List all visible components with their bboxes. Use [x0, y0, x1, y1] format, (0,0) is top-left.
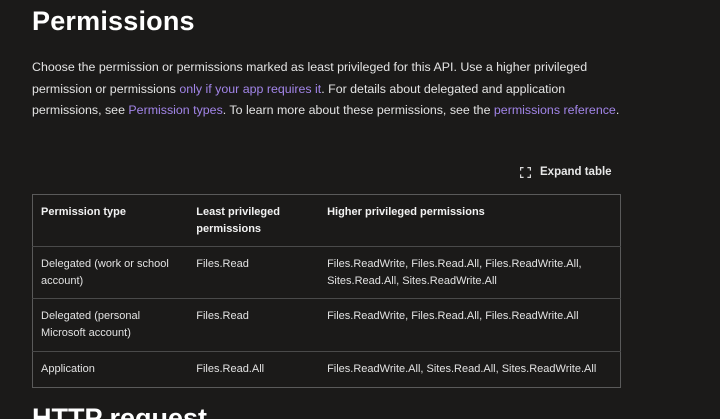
- expand-icon: [520, 166, 531, 178]
- docs-page: Permissions Choose the permission or per…: [0, 0, 720, 419]
- intro-paragraph: Choose the permission or permissions mar…: [32, 57, 622, 122]
- cell-least-privileged: Files.Read: [188, 298, 320, 352]
- permissions-reference-link[interactable]: permissions reference: [494, 103, 616, 117]
- cell-permission-type: Delegated (personal Microsoft account): [32, 298, 189, 352]
- permission-types-link[interactable]: Permission types: [128, 103, 222, 117]
- cell-least-privileged: Files.Read: [188, 246, 320, 299]
- intro-text-3: . To learn more about these permissions,…: [222, 103, 494, 117]
- header-permission-type: Permission type: [32, 194, 189, 247]
- section-heading-http-request: HTTP request: [32, 403, 208, 419]
- expand-table-label: Expand table: [540, 166, 612, 178]
- expand-table-button[interactable]: Expand table: [520, 166, 612, 178]
- table-row: Application Files.Read.All Files.ReadWri…: [33, 352, 621, 388]
- permissions-table: Permission type Least privileged permiss…: [32, 194, 621, 388]
- least-privilege-link[interactable]: only if your app requires it: [179, 82, 321, 96]
- header-higher-privileged: Higher privileged permissions: [319, 194, 621, 247]
- page-title: Permissions: [32, 6, 195, 36]
- cell-least-privileged: Files.Read.All: [196, 363, 265, 375]
- cell-higher-privileged: Files.ReadWrite, Files.Read.All, Files.R…: [319, 298, 621, 352]
- table-row: Delegated (work or school account) Files…: [32, 246, 621, 299]
- table-row: Delegated (personal Microsoft account) F…: [32, 298, 621, 352]
- cell-higher-privileged: Files.ReadWrite.All, Sites.Read.All, Sit…: [327, 363, 597, 375]
- intro-text-4: .: [615, 103, 620, 117]
- cell-permission-type: Delegated (work or school account): [32, 246, 189, 299]
- header-least-privileged: Least privileged permissions: [188, 194, 320, 247]
- cell-higher-privileged: Files.ReadWrite, Files.Read.All, Files.R…: [319, 246, 621, 299]
- table-header-row: Permission type Least privileged permiss…: [32, 194, 621, 247]
- cell-permission-type: Application: [41, 363, 95, 375]
